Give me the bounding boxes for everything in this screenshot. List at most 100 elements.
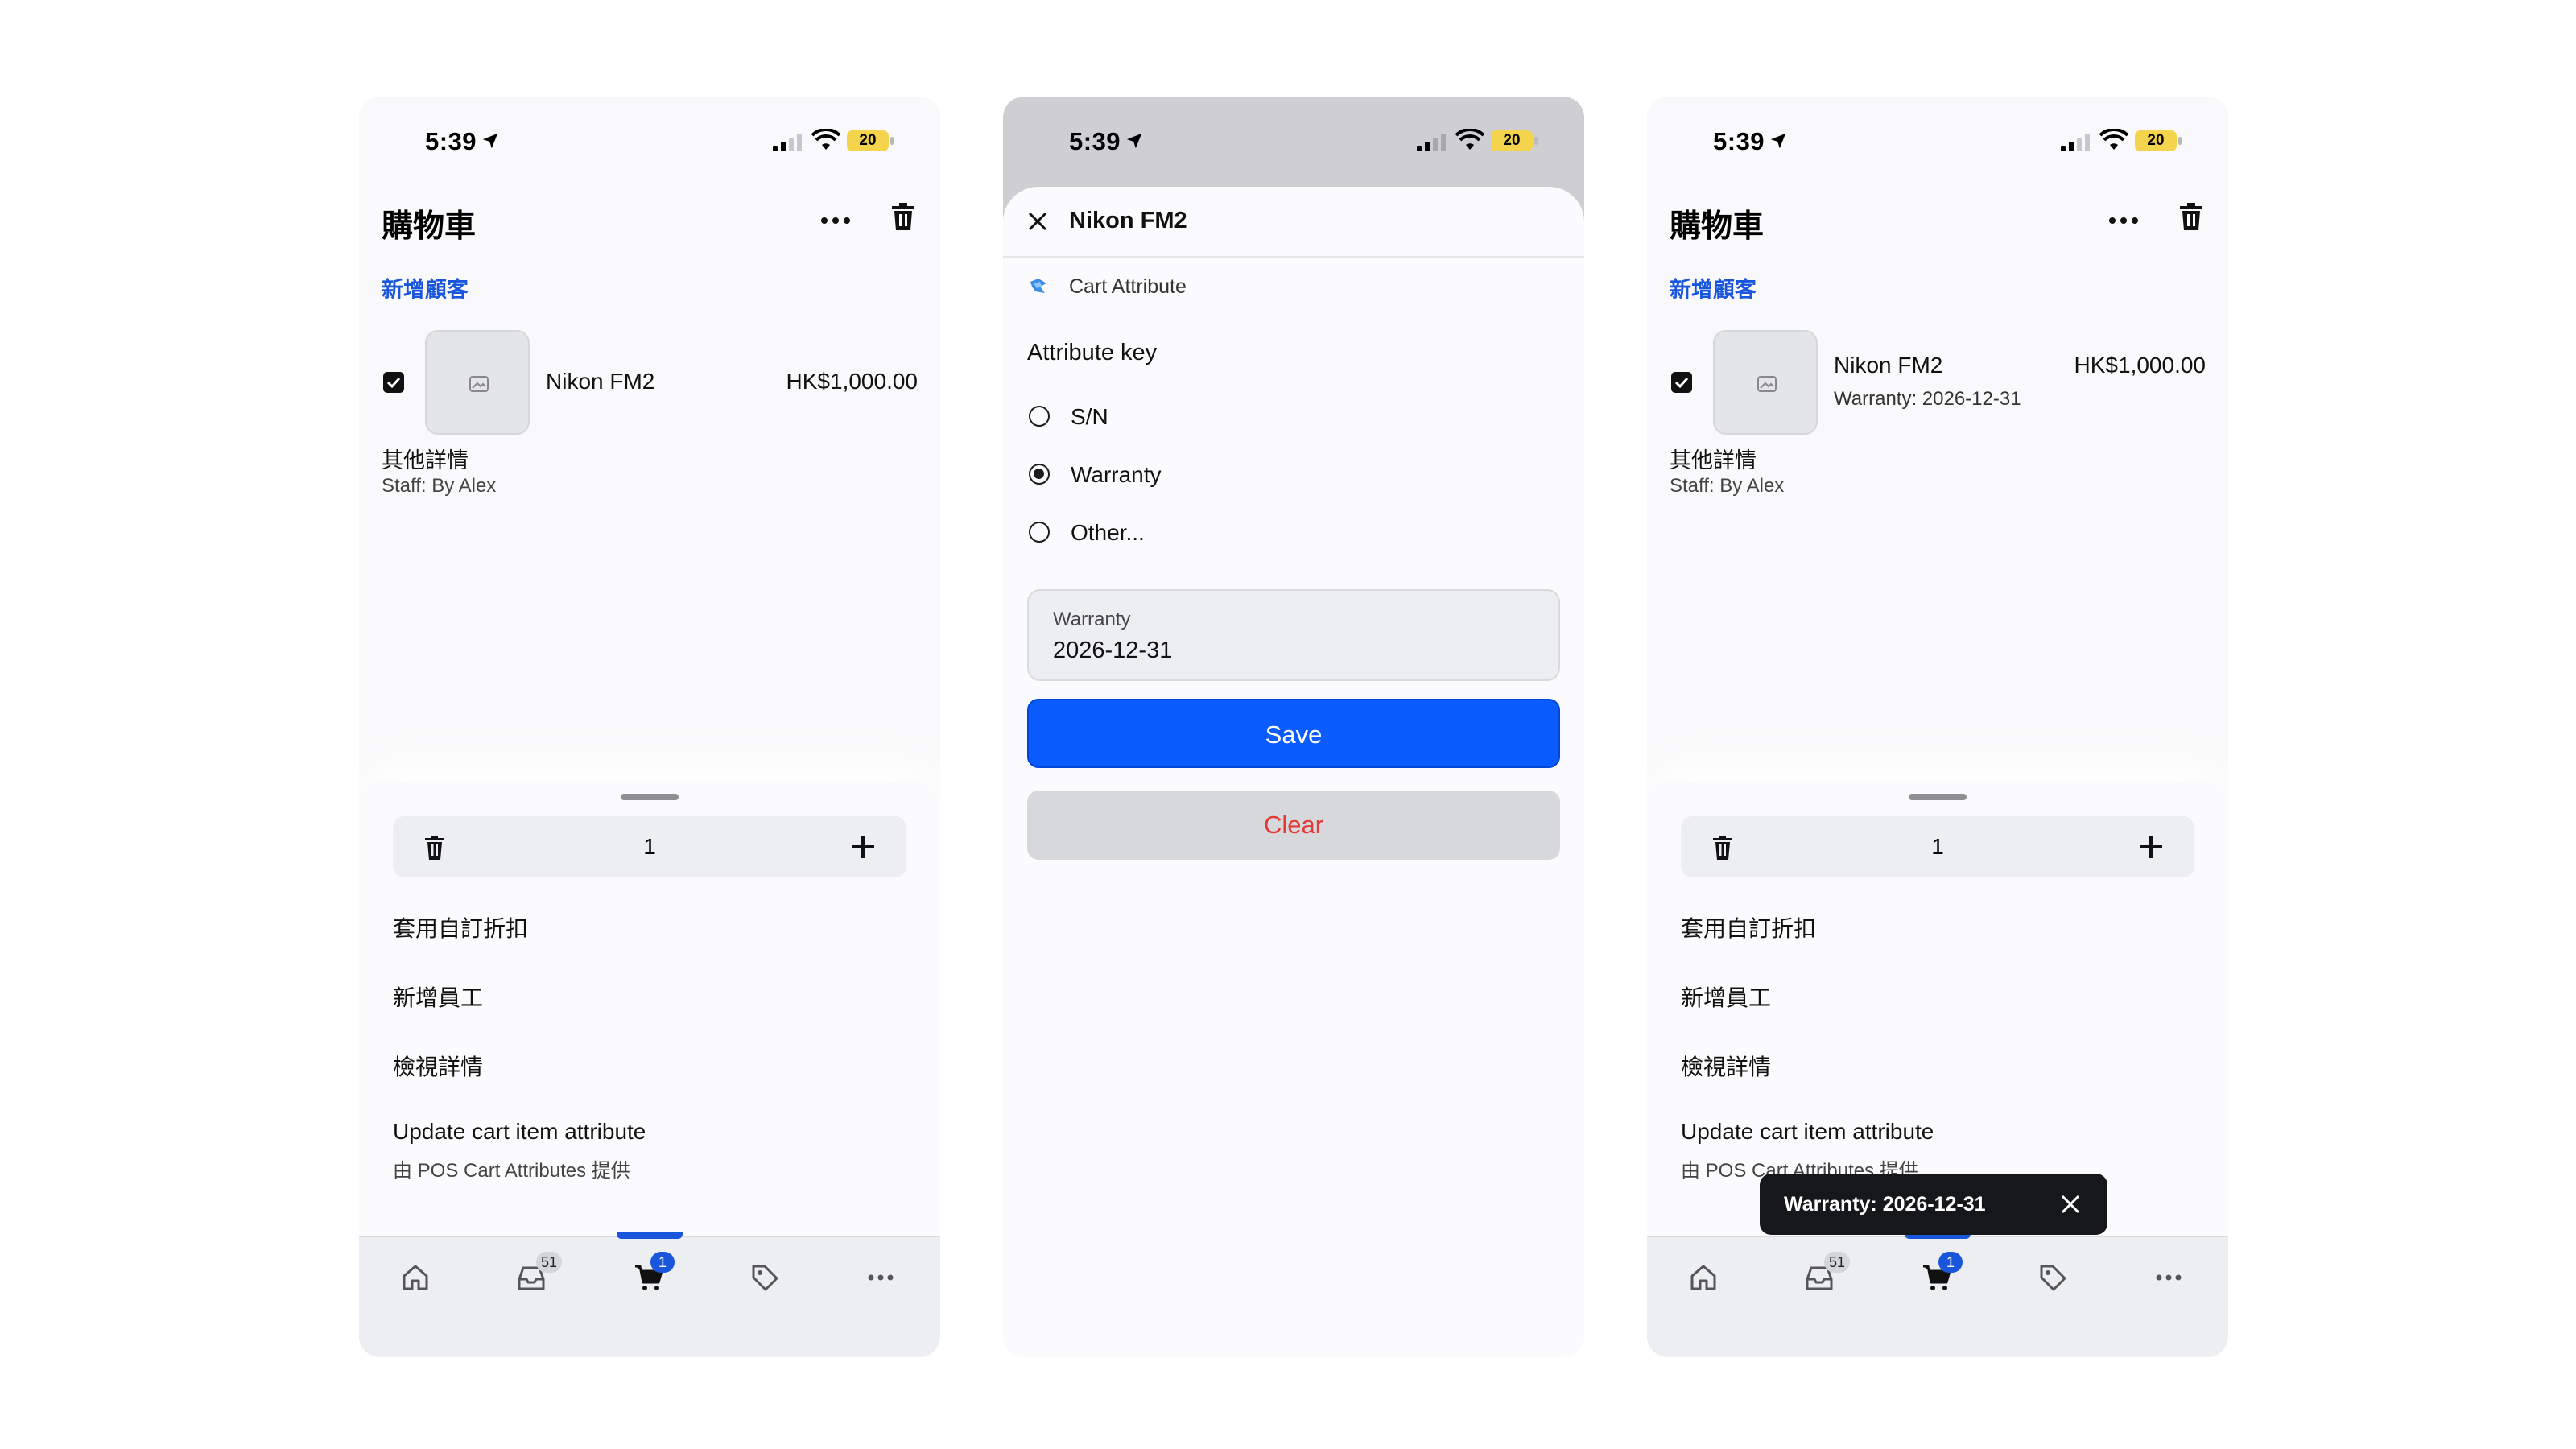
clear-button[interactable]: Clear [1027,791,1560,860]
status-time: 5:39 [1069,127,1121,155]
tab-indicator [617,1232,683,1239]
close-icon[interactable] [1027,211,1048,232]
cart-screen-after: 5:39 20 購物車 新增顧客 Nikon FM2 HK$1,000.00 W… [1647,97,2228,1357]
add-customer-link[interactable]: 新增顧客 [382,272,469,303]
cart-item-row[interactable]: Nikon FM2 HK$1,000.00 [359,330,940,435]
clear-cart-trash-icon[interactable] [2180,203,2202,230]
quantity-value[interactable]: 1 [1681,834,2194,860]
location-arrow-icon [482,133,498,149]
quantity-stepper: 1 [1681,816,2194,877]
view-details-item[interactable]: 檢視詳情 [1681,1050,1771,1082]
cart-badge: 1 [650,1252,675,1273]
tab-inbox[interactable]: 51 [515,1252,563,1294]
field-label: Warranty [1053,609,1131,630]
radio-label: Other... [1071,520,1145,545]
warranty-field[interactable]: Warranty 2026-12-31 [1027,589,1560,681]
cart-item-row[interactable]: Nikon FM2 HK$1,000.00 Warranty: 2026-12-… [1647,330,2228,435]
wifi-icon [811,129,840,150]
status-bar: 5:39 20 [1647,97,2228,192]
add-staff-item[interactable]: 新增員工 [1681,980,1771,1013]
plus-icon[interactable] [2138,834,2164,860]
location-arrow-icon [1770,133,1786,149]
signal-icon [2061,134,2090,151]
item-attribute-line: Warranty: 2026-12-31 [1834,388,2021,410]
tab-inbox[interactable]: 51 [1803,1252,1851,1294]
apply-custom-discount-item[interactable]: 套用自訂折扣 [1681,911,1816,943]
cart-screen-before: 5:39 20 購物車 新增顧客 Nikon FM2 HK$1,000.00 其… [359,97,940,1357]
sheet-grabber[interactable] [621,794,679,800]
tag-icon [2040,1265,2066,1291]
toast-message: Warranty: 2026-12-31 [1784,1193,1986,1216]
status-bar: 5:39 20 [359,97,940,192]
modal-header: Nikon FM2 [1003,187,1584,258]
radio-button[interactable] [1029,406,1050,427]
update-cart-item-attribute-item[interactable]: Update cart item attribute [1681,1119,1934,1145]
tag-icon [752,1265,778,1291]
plus-icon[interactable] [850,834,876,860]
more-icon [2156,1274,2182,1281]
cart-attribute-modal-screen: 5:39 20 Nikon FM2 Cart Attribute Attribu… [1003,97,1584,1357]
location-arrow-icon [1126,133,1142,149]
apply-custom-discount-item[interactable]: 套用自訂折扣 [393,911,528,943]
attribute-key-label: Attribute key [1027,340,1158,365]
tab-products[interactable] [749,1261,781,1294]
provided-by-label: 由 POS Cart Attributes 提供 [393,1160,630,1182]
other-details-label: 其他詳情 [382,448,469,473]
image-placeholder-icon [469,376,489,392]
battery-indicator: 20 [847,130,894,151]
staff-detail: Staff: By Alex [1670,475,1785,497]
tab-cart[interactable]: 1 [1921,1252,1963,1294]
radio-label: Warranty [1071,462,1162,487]
more-options-icon[interactable] [2107,214,2140,227]
staff-detail: Staff: By Alex [382,475,497,497]
radio-button-selected[interactable] [1029,464,1050,485]
radio-button[interactable] [1029,522,1050,543]
inbox-badge: 51 [1824,1252,1851,1273]
product-thumbnail [425,330,530,435]
tab-home[interactable] [399,1261,431,1294]
tab-cart[interactable]: 1 [633,1252,675,1294]
cart-attribute-modal: Nikon FM2 Cart Attribute Attribute key S… [1003,187,1584,1357]
tab-more[interactable] [2153,1261,2185,1294]
more-options-icon[interactable] [819,214,852,227]
checkmark-icon [386,377,401,389]
toast-notification: Warranty: 2026-12-31 [1760,1174,2107,1235]
cart-badge: 1 [1938,1252,1963,1273]
battery-indicator: 20 [2135,130,2182,151]
app-name: Cart Attribute [1069,275,1187,298]
tab-products[interactable] [2037,1261,2069,1294]
item-name: Nikon FM2 [1834,353,1943,378]
tab-more[interactable] [865,1261,897,1294]
image-placeholder-icon [1757,376,1777,392]
page-title: 購物車 [382,209,477,244]
clear-cart-trash-icon[interactable] [892,203,914,230]
item-price: HK$1,000.00 [2074,353,2206,378]
other-details-label: 其他詳情 [1670,448,1757,473]
save-button[interactable]: Save [1027,699,1560,768]
page-title: 購物車 [1670,209,1765,244]
signal-icon [773,134,802,151]
tab-bar: 51 1 [1647,1232,2228,1357]
sheet-grabber[interactable] [1909,794,1967,800]
checkmark-icon [1674,377,1689,389]
home-icon [1690,1265,1716,1290]
tab-bar: 51 1 [359,1232,940,1357]
add-customer-link[interactable]: 新增顧客 [1670,272,1757,303]
more-icon [868,1274,894,1281]
view-details-item[interactable]: 檢視詳情 [393,1050,483,1082]
item-checkbox[interactable] [1671,372,1692,393]
quantity-value[interactable]: 1 [393,834,906,860]
close-icon[interactable] [2059,1193,2082,1216]
status-time: 5:39 [1713,127,1765,155]
item-checkbox[interactable] [383,372,404,393]
status-time: 5:39 [425,127,477,155]
tab-home[interactable] [1687,1261,1719,1294]
item-price: HK$1,000.00 [786,369,918,394]
add-staff-item[interactable]: 新增員工 [393,980,483,1013]
radio-label: S/N [1071,404,1108,429]
modal-title: Nikon FM2 [1069,208,1187,233]
wifi-icon [1455,129,1484,150]
field-value[interactable]: 2026-12-31 [1053,638,1172,664]
product-thumbnail [1713,330,1818,435]
update-cart-item-attribute-item[interactable]: Update cart item attribute [393,1119,646,1145]
